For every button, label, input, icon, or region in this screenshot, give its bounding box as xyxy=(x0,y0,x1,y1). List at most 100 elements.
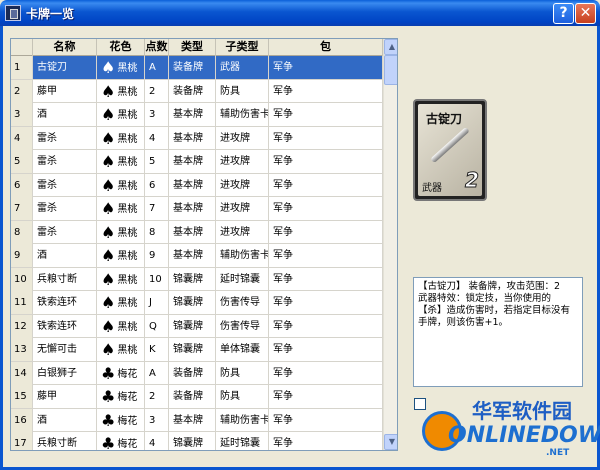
cell-pack: 军争 xyxy=(269,291,383,314)
cell-type: 基本牌 xyxy=(169,150,216,173)
cell-name: 藤甲 xyxy=(33,79,97,103)
cell-suit: ♠ 黑桃 xyxy=(97,291,145,314)
col-header-name[interactable]: 名称 xyxy=(33,39,97,56)
col-header-point[interactable]: 点数 xyxy=(145,39,169,56)
cell-pack: 军争 xyxy=(269,244,383,267)
cell-suit: ♣ 梅花 xyxy=(97,408,145,432)
table-row[interactable]: 13 无懈可击 ♠ 黑桃 K 锦囊牌 单体锦囊 军争 xyxy=(11,338,383,362)
cell-point: A xyxy=(145,361,169,385)
table-row[interactable]: 16 酒 ♣ 梅花 3 基本牌 辅助伤害卡 军争 xyxy=(11,408,383,432)
spade-icon: ♠ xyxy=(101,58,116,77)
table-row[interactable]: 17 兵粮寸断 ♣ 梅花 4 锦囊牌 延时锦囊 军争 xyxy=(11,432,383,450)
table-row[interactable]: 5 雷杀 ♠ 黑桃 5 基本牌 进攻牌 军争 xyxy=(11,150,383,174)
cell-point: 4 xyxy=(145,126,169,150)
cell-pack: 军争 xyxy=(269,173,383,197)
table-row[interactable]: 11 铁索连环 ♠ 黑桃 J 锦囊牌 伤害传导 军争 xyxy=(11,291,383,315)
cell-suit: ♣ 梅花 xyxy=(97,385,145,408)
card-list-grid[interactable]: 名称 花色 点数 类型 子类型 包 1 古锭刀 ♠ 黑桃 A 装备牌 武器 军争 2 藤甲 ♠ 黑桃 2… xyxy=(10,38,398,451)
cell-type: 锦囊牌 xyxy=(169,267,216,291)
card-title: 古锭刀 xyxy=(426,112,463,126)
table-row[interactable]: 1 古锭刀 ♠ 黑桃 A 装备牌 武器 军争 xyxy=(11,56,383,80)
spade-icon: ♠ xyxy=(101,293,116,312)
table-row[interactable]: 8 雷杀 ♠ 黑桃 8 基本牌 进攻牌 军争 xyxy=(11,220,383,244)
cell-type: 基本牌 xyxy=(169,408,216,432)
card-face: 古锭刀 武器 2 xyxy=(418,104,482,196)
suit-label: 黑桃 xyxy=(117,227,138,239)
cell-suit: ♠ 黑桃 xyxy=(97,103,145,126)
scroll-up-icon[interactable]: ▲ xyxy=(384,39,397,55)
cell-point: 2 xyxy=(145,385,169,408)
table-row[interactable]: 6 雷杀 ♠ 黑桃 6 基本牌 进攻牌 军争 xyxy=(11,173,383,197)
cell-pack: 军争 xyxy=(269,56,383,79)
spade-icon: ♠ xyxy=(101,340,116,359)
cell-suit: ♠ 黑桃 xyxy=(97,126,145,150)
suit-label: 黑桃 xyxy=(117,110,138,121)
cell-name: 白银狮子 xyxy=(33,361,97,385)
suit-label: 梅花 xyxy=(117,415,138,427)
cell-suit: ♣ 梅花 xyxy=(97,432,145,450)
cell-suit: ♠ 黑桃 xyxy=(97,79,145,103)
cell-type: 锦囊牌 xyxy=(169,338,216,361)
row-number: 9 xyxy=(11,244,33,267)
cell-name: 雷杀 xyxy=(33,220,97,244)
watermark: 华军软件园 ONLINEDOWN .NET xyxy=(418,393,600,467)
cell-suit: ♠ 黑桃 xyxy=(97,197,145,220)
table-row[interactable]: 10 兵粮寸断 ♠ 黑桃 10 锦囊牌 延时锦囊 军争 xyxy=(11,267,383,291)
close-button[interactable]: ✕ xyxy=(575,3,596,24)
scroll-thumb[interactable] xyxy=(384,55,397,85)
cell-type: 基本牌 xyxy=(169,126,216,150)
col-header-subtype[interactable]: 子类型 xyxy=(216,39,269,56)
row-number: 7 xyxy=(11,197,33,220)
cell-suit: ♠ 黑桃 xyxy=(97,150,145,173)
cell-pack: 军争 xyxy=(269,150,383,173)
cell-pack: 军争 xyxy=(269,267,383,291)
suit-label: 黑桃 xyxy=(117,321,138,333)
row-number: 3 xyxy=(11,103,33,126)
cell-subtype: 单体锦囊 xyxy=(216,338,269,361)
row-number: 17 xyxy=(11,432,33,450)
row-number: 2 xyxy=(11,79,33,103)
table-row[interactable]: 2 藤甲 ♠ 黑桃 2 装备牌 防具 军争 xyxy=(11,79,383,103)
cell-type: 锦囊牌 xyxy=(169,314,216,338)
help-button[interactable]: ? xyxy=(553,3,574,24)
cell-point: Q xyxy=(145,314,169,338)
cell-name: 兵粮寸断 xyxy=(33,267,97,291)
scroll-down-icon[interactable]: ▼ xyxy=(384,434,397,450)
cell-name: 古锭刀 xyxy=(33,56,97,79)
suit-label: 黑桃 xyxy=(117,298,138,309)
cell-subtype: 防具 xyxy=(216,385,269,408)
cell-subtype: 伤害传导 xyxy=(216,291,269,314)
table-row[interactable]: 12 铁索连环 ♠ 黑桃 Q 锦囊牌 伤害传导 军争 xyxy=(11,314,383,338)
cell-point: 10 xyxy=(145,267,169,291)
table-row[interactable]: 15 藤甲 ♣ 梅花 2 装备牌 防具 军争 xyxy=(11,385,383,409)
spade-icon: ♠ xyxy=(101,246,116,265)
cell-point: 7 xyxy=(145,197,169,220)
cell-subtype: 进攻牌 xyxy=(216,150,269,173)
cell-suit: ♠ 黑桃 xyxy=(97,56,145,79)
watermark-net: .NET xyxy=(546,448,570,458)
table-row[interactable]: 7 雷杀 ♠ 黑桃 7 基本牌 进攻牌 军争 xyxy=(11,197,383,221)
cell-name: 铁索连环 xyxy=(33,291,97,314)
cell-name: 酒 xyxy=(33,408,97,432)
table-row[interactable]: 4 雷杀 ♠ 黑桃 4 基本牌 进攻牌 军争 xyxy=(11,126,383,150)
cell-suit: ♠ 黑桃 xyxy=(97,267,145,291)
cell-name: 雷杀 xyxy=(33,126,97,150)
col-header-suit[interactable]: 花色 xyxy=(97,39,145,56)
cell-type: 装备牌 xyxy=(169,385,216,408)
suit-label: 梅花 xyxy=(117,392,138,403)
table-row[interactable]: 14 白银狮子 ♣ 梅花 A 装备牌 防具 军争 xyxy=(11,361,383,385)
col-header-type[interactable]: 类型 xyxy=(169,39,216,56)
cell-pack: 军争 xyxy=(269,432,383,450)
vertical-scrollbar[interactable]: ▲ ▼ xyxy=(383,39,397,450)
cell-name: 酒 xyxy=(33,103,97,126)
spade-icon: ♠ xyxy=(101,105,116,124)
cell-name: 酒 xyxy=(33,244,97,267)
cell-point: 2 xyxy=(145,79,169,103)
table-row[interactable]: 9 酒 ♠ 黑桃 9 基本牌 辅助伤害卡 军争 xyxy=(11,244,383,268)
cell-suit: ♠ 黑桃 xyxy=(97,338,145,361)
row-number: 16 xyxy=(11,408,33,432)
cell-subtype: 进攻牌 xyxy=(216,173,269,197)
col-header-pack[interactable]: 包 xyxy=(269,39,383,56)
cell-pack: 军争 xyxy=(269,126,383,150)
table-row[interactable]: 3 酒 ♠ 黑桃 3 基本牌 辅助伤害卡 军争 xyxy=(11,103,383,127)
